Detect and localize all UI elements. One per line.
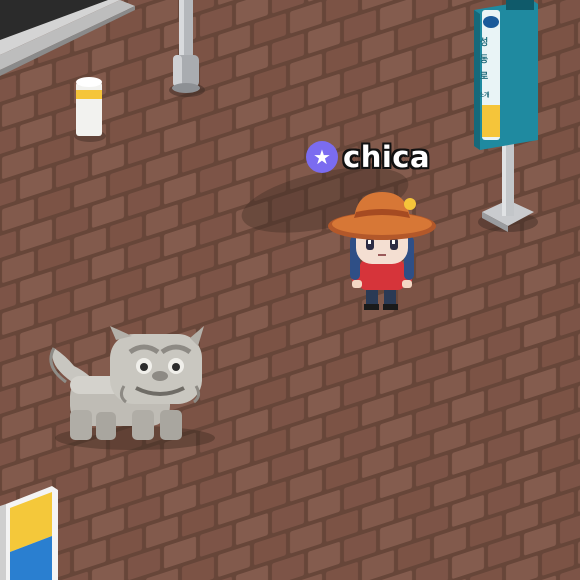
info-sign-corner: [0, 486, 58, 580]
bollard: [74, 77, 106, 142]
star-icon: ★: [306, 141, 338, 173]
sign-char-3: 로: [479, 72, 489, 82]
game-scene[interactable]: 성 동 로 소개 ★ chica: [0, 0, 580, 580]
sign-sub: 소개: [478, 92, 490, 99]
lamp-post: [169, 0, 205, 97]
player-avatar[interactable]: [326, 186, 438, 314]
sign-labels: 성 동 로 소개: [468, 0, 548, 150]
sign-char-2: 동: [479, 55, 489, 65]
sign-char-1: 성: [479, 38, 489, 48]
curb-edge: [0, 0, 135, 76]
player-nametag[interactable]: ★ chica: [306, 140, 430, 174]
player-name: chica: [343, 140, 431, 174]
stone-lion-statue: [49, 326, 215, 450]
